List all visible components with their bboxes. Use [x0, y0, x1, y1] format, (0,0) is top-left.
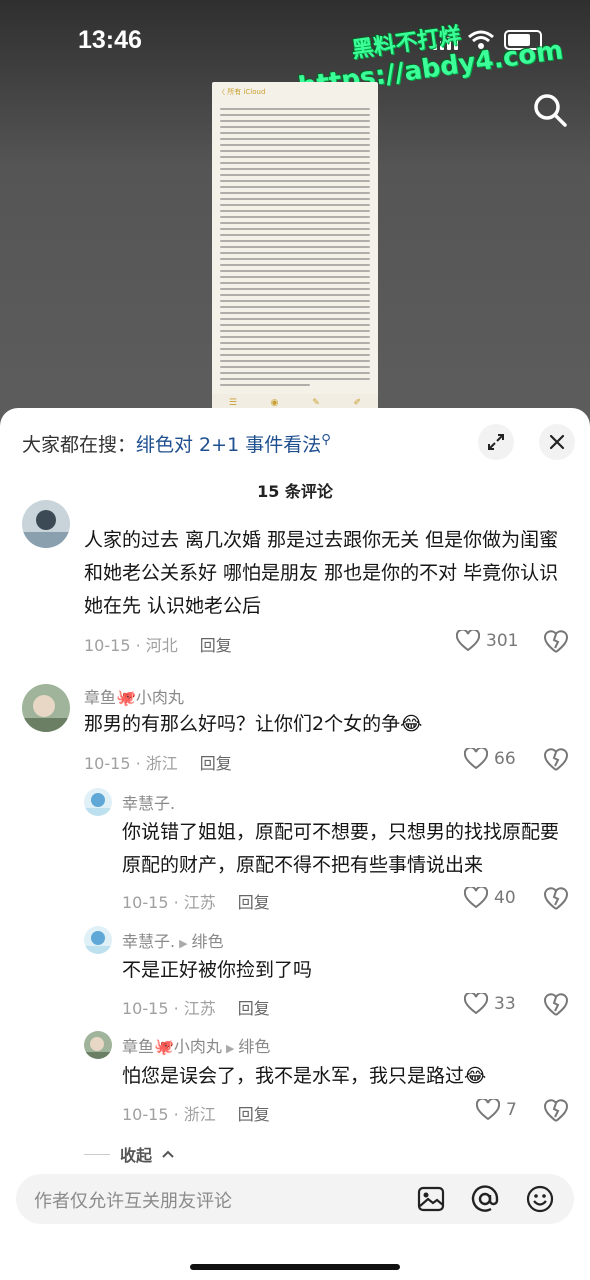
- reply-meta: 10-15 · 江苏 回复: [122, 893, 270, 912]
- image-icon[interactable]: [416, 1184, 446, 1214]
- search-hint-keyword[interactable]: 绯色对 2+1 事件看法: [136, 434, 321, 456]
- reply-button[interactable]: 回复: [200, 754, 232, 773]
- like-button[interactable]: 7: [476, 1099, 517, 1121]
- reply-author[interactable]: 章鱼🐙小肉丸: [122, 1037, 222, 1056]
- close-button[interactable]: [539, 424, 575, 460]
- reply-username[interactable]: 幸慧子.: [122, 790, 175, 814]
- compose-icon: ✐: [353, 398, 362, 408]
- comment-date: 10-15: [122, 893, 169, 912]
- like-count: 40: [494, 888, 516, 908]
- expand-button[interactable]: [478, 424, 514, 460]
- note-text-lines: [212, 100, 378, 394]
- reply-button[interactable]: 回复: [200, 636, 232, 655]
- heart-icon: [464, 993, 488, 1015]
- search-small-icon: ⚲: [321, 432, 331, 448]
- heart-icon: [464, 748, 488, 770]
- markup-icon: ✎: [312, 398, 320, 408]
- chevron-up-icon: [162, 1150, 174, 1158]
- avatar[interactable]: [84, 788, 112, 816]
- collapse-replies-button[interactable]: 收起: [84, 1142, 174, 1166]
- reply-button[interactable]: 回复: [238, 893, 270, 912]
- reply-target[interactable]: 绯色: [192, 932, 224, 951]
- reply-button[interactable]: 回复: [238, 999, 270, 1018]
- reply-username[interactable]: 幸慧子. ▶ 绯色: [122, 928, 224, 952]
- comment-location: 河北: [145, 636, 178, 655]
- close-icon: [549, 434, 565, 450]
- comment-text: 人家的过去 离几次婚 那是过去跟你无关 但是你做为闺蜜 和她老公关系好 哪怕是朋…: [84, 529, 559, 617]
- like-button[interactable]: 301: [456, 630, 518, 652]
- search-icon[interactable]: [532, 92, 568, 128]
- reply-text: 你说错了姐姐，原配可不想要，只想男的找找原配要原配的财产，原配不得不把有些事情说…: [122, 821, 560, 876]
- avatar[interactable]: [22, 684, 70, 732]
- expand-icon: [488, 434, 504, 450]
- video-background: 13:46 黑料不打烊 https://abdy4.com 〈 所有 iClou…: [0, 0, 590, 420]
- reply-text: 不是正好被你捡到了吗: [122, 959, 313, 981]
- like-count: 66: [494, 749, 516, 769]
- comment-input-placeholder: 作者仅允许互关朋友评论: [34, 1191, 232, 1212]
- comment-date: 10-15: [84, 636, 131, 655]
- collapse-label: 收起: [120, 1146, 153, 1165]
- reply-button[interactable]: 回复: [238, 1105, 270, 1124]
- home-indicator: [190, 1264, 400, 1270]
- comment-date: 10-15: [122, 999, 169, 1018]
- like-count: 33: [494, 994, 516, 1014]
- avatar[interactable]: [22, 500, 70, 548]
- comment-date: 10-15: [122, 1105, 169, 1124]
- comment-location: 浙江: [183, 1105, 216, 1124]
- status-time: 13:46: [78, 26, 142, 54]
- like-button[interactable]: 66: [464, 748, 516, 770]
- heart-icon: [456, 630, 480, 652]
- emoji-icon[interactable]: [525, 1184, 555, 1214]
- broken-heart-icon[interactable]: [543, 1098, 569, 1124]
- reply-text: 怕您是误会了，我不是水军，我只是路过😂: [122, 1065, 487, 1087]
- camera-icon: ◉: [270, 398, 279, 408]
- like-button[interactable]: 40: [464, 887, 516, 909]
- reply-arrow-icon: ▶: [179, 937, 188, 950]
- comment-sheet: 大家都在搜：绯色对 2+1 事件看法⚲ 15 条评论 人家的过去 离几次婚 那是…: [0, 408, 590, 1280]
- heart-icon: [464, 887, 488, 909]
- reply-target[interactable]: 绯色: [238, 1037, 270, 1056]
- comment-text: 那男的有那么好吗？让你们2个女的争😂: [84, 713, 423, 735]
- broken-heart-icon[interactable]: [543, 992, 569, 1018]
- comment-location: 江苏: [183, 999, 216, 1018]
- comment-location: 江苏: [183, 893, 216, 912]
- comment-meta: 10-15 · 河北 回复: [84, 636, 232, 655]
- avatar[interactable]: [84, 1031, 112, 1059]
- search-hint-prefix: 大家都在搜：: [22, 434, 137, 456]
- comment-date: 10-15: [84, 754, 131, 773]
- comment-meta: 10-15 · 浙江 回复: [84, 754, 232, 773]
- reply-username[interactable]: 章鱼🐙小肉丸 ▶ 绯色: [122, 1033, 270, 1057]
- note-header: 〈 所有 iCloud: [218, 88, 266, 96]
- broken-heart-icon[interactable]: [543, 886, 569, 912]
- note-screenshot-preview[interactable]: 〈 所有 iCloud ☰ ◉ ✎ ✐: [212, 82, 378, 412]
- reply-author[interactable]: 幸慧子.: [122, 932, 175, 951]
- comment-input[interactable]: 作者仅允许互关朋友评论: [16, 1174, 574, 1224]
- divider: [84, 1153, 110, 1155]
- at-icon[interactable]: [470, 1184, 500, 1214]
- search-suggestion[interactable]: 大家都在搜：绯色对 2+1 事件看法⚲: [22, 430, 331, 457]
- like-count: 301: [486, 631, 519, 651]
- like-button[interactable]: 33: [464, 993, 516, 1015]
- comment-location: 浙江: [145, 754, 178, 773]
- like-count: 7: [506, 1100, 517, 1120]
- heart-icon: [476, 1099, 500, 1121]
- broken-heart-icon[interactable]: [543, 629, 569, 655]
- comment-username[interactable]: 章鱼🐙小肉丸: [84, 684, 184, 708]
- reply-arrow-icon: ▶: [225, 1042, 235, 1055]
- avatar[interactable]: [84, 926, 112, 954]
- comment-count: 15 条评论: [257, 482, 333, 501]
- checklist-icon: ☰: [228, 398, 237, 408]
- reply-meta: 10-15 · 江苏 回复: [122, 999, 270, 1018]
- broken-heart-icon[interactable]: [543, 747, 569, 773]
- reply-meta: 10-15 · 浙江 回复: [122, 1105, 270, 1124]
